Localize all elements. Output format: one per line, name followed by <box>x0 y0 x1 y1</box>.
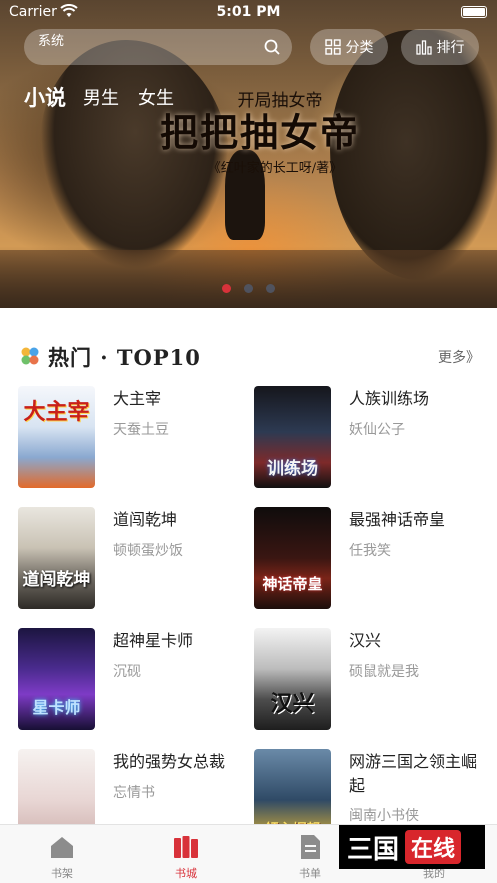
carousel-dot <box>244 284 253 293</box>
carousel-dot <box>266 284 275 293</box>
book-author: 硕鼠就是我 <box>349 664 419 680</box>
book-card[interactable]: 道闯乾坤 道闯乾坤 顿顿蛋炒饭 <box>18 507 254 611</box>
cover-title-text: 大主宰 <box>23 399 90 425</box>
book-author: 天蚕土豆 <box>113 422 169 438</box>
tab-bookshelf[interactable]: 书架 <box>22 833 102 881</box>
book-card[interactable]: 大主宰 大主宰 天蚕土豆 <box>18 386 254 490</box>
tab-female[interactable]: 女生 <box>138 84 174 110</box>
pinwheel-icon <box>21 347 39 365</box>
book-author: 沉砚 <box>113 664 141 680</box>
section-title: 热门 · TOP10 <box>48 345 201 370</box>
book-name[interactable]: 我的强势女总裁 <box>113 750 248 774</box>
search-input[interactable]: 系统 <box>24 29 292 65</box>
watermark-logo: 三国 在线 <box>339 825 485 869</box>
cover-title-text: 训练场 <box>267 459 318 479</box>
cover-title-text: 道闯乾坤 <box>22 570 91 590</box>
tab-novel[interactable]: 小说 <box>24 82 66 112</box>
book-cover[interactable]: 神话帝皇 <box>254 507 331 609</box>
watermark-text-b: 在线 <box>405 830 462 864</box>
hot-section-header: 热门 · TOP10 更多》 <box>0 338 497 378</box>
grid-icon <box>324 39 341 55</box>
banner-book-title: 开局抽女帝 把把抽女帝 《红叶家的长工呀/著》 <box>160 86 360 176</box>
book-name[interactable]: 道闯乾坤 <box>113 508 248 532</box>
watermark-text-a: 三国 <box>347 834 400 865</box>
tab-booklist[interactable]: 书单 <box>270 833 350 881</box>
tab-label: 书单 <box>299 867 321 880</box>
more-link[interactable]: 更多》 <box>438 347 480 367</box>
book-card[interactable]: 汉兴 汉兴 硕鼠就是我 <box>254 628 490 732</box>
book-author: 任我笑 <box>349 543 391 559</box>
book-cover[interactable]: 汉兴 <box>254 628 331 730</box>
book-name[interactable]: 大主宰 <box>113 387 248 411</box>
carousel-indicator <box>222 284 275 293</box>
book-name[interactable]: 超神星卡师 <box>113 629 248 653</box>
tab-bookstore[interactable]: 书城 <box>146 833 226 881</box>
bar-chart-icon <box>415 40 432 55</box>
book-author: 闽南小书侠 <box>349 808 419 824</box>
tab-label: 书城 <box>175 867 197 880</box>
book-cover[interactable]: 大主宰 <box>18 386 95 488</box>
book-name[interactable]: 网游三国之领主崛起 <box>349 750 484 798</box>
book-cover[interactable]: 训练场 <box>254 386 331 488</box>
rank-button[interactable]: 排行 <box>401 29 479 65</box>
status-bar: Carrier 5:01 PM <box>0 0 497 26</box>
category-button[interactable]: 分类 <box>310 29 388 65</box>
book-card[interactable]: 神话帝皇 最强神话帝皇 任我笑 <box>254 507 490 611</box>
document-icon <box>301 835 320 859</box>
battery-icon <box>461 6 487 18</box>
cover-title-text: 星卡师 <box>32 698 81 717</box>
banner-byline: 《红叶家的长工呀/著》 <box>207 161 343 176</box>
book-name[interactable]: 汉兴 <box>349 629 484 653</box>
book-author: 妖仙公子 <box>349 422 405 438</box>
tab-label: 书架 <box>51 867 73 880</box>
book-cover[interactable]: 道闯乾坤 <box>18 507 95 609</box>
book-author: 忘情书 <box>113 785 155 801</box>
home-icon <box>51 837 73 858</box>
cover-title-text: 神话帝皇 <box>262 575 323 593</box>
search-icon <box>264 39 280 55</box>
book-name[interactable]: 最强神话帝皇 <box>349 508 484 532</box>
category-label: 分类 <box>345 40 374 56</box>
book-card[interactable]: 星卡师 超神星卡师 沉砚 <box>18 628 254 732</box>
tab-male[interactable]: 男生 <box>83 84 119 110</box>
banner-big-title: 把把抽女帝 <box>160 110 361 155</box>
book-card[interactable]: 训练场 人族训练场 妖仙公子 <box>254 386 490 490</box>
clock: 5:01 PM <box>216 4 281 20</box>
book-author: 顿顿蛋炒饭 <box>113 543 183 559</box>
books-icon <box>174 836 198 858</box>
book-name[interactable]: 人族训练场 <box>349 387 484 411</box>
banner-small-title: 开局抽女帝 <box>237 91 323 111</box>
search-placeholder: 系统 <box>38 34 65 49</box>
book-cover[interactable]: 星卡师 <box>18 628 95 730</box>
rank-label: 排行 <box>436 40 465 56</box>
carousel-dot <box>222 284 231 293</box>
banner-art-ground <box>0 250 497 308</box>
cover-title-text: 汉兴 <box>270 691 315 717</box>
